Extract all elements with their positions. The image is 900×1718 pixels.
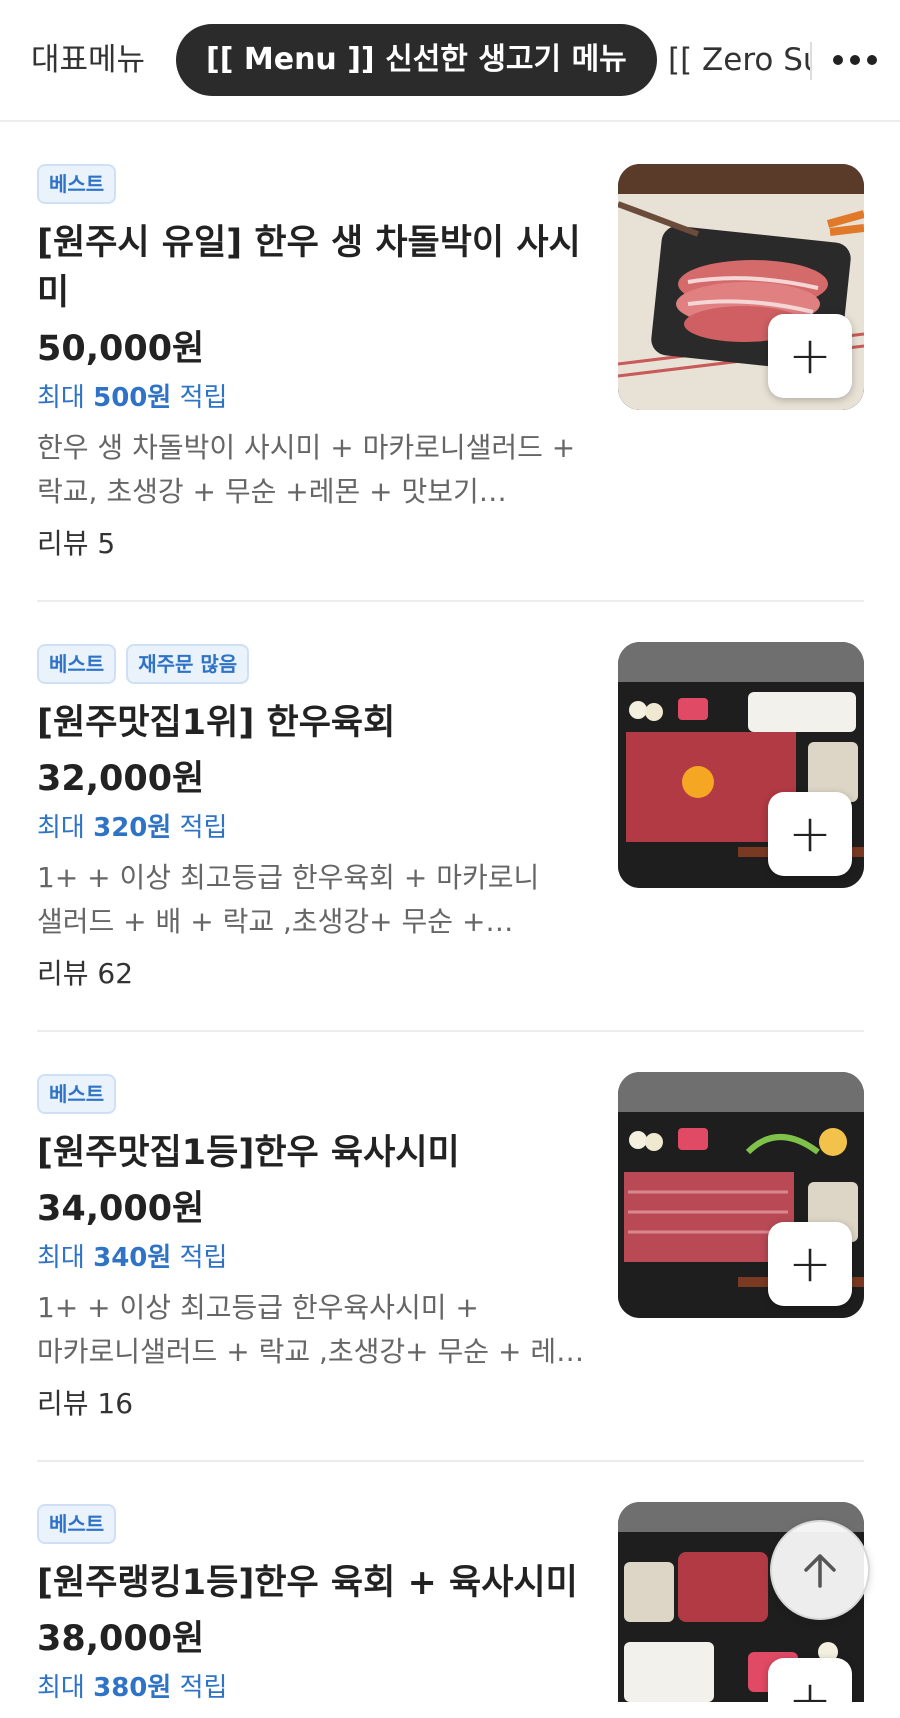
yuk-sashimi-photo[interactable]: + xyxy=(618,1072,864,1318)
arrow-up-icon xyxy=(804,1554,836,1588)
menu-item[interactable]: 베스트 [원주시 유일] 한우 생 차돌박이 사시미 50,000원 최대 50… xyxy=(0,122,900,602)
menu-list: 베스트 [원주시 유일] 한우 생 차돌박이 사시미 50,000원 최대 50… xyxy=(0,122,900,1712)
menu-item-description: 한우 생 차돌박이 사시미 + 마카로니샐러드 + 락교, 초생강 + 무순 +… xyxy=(37,431,576,508)
menu-item-price: 32,000원 xyxy=(37,759,205,799)
tab-zero-sugar[interactable]: [[ Zero Su xyxy=(668,24,810,96)
add-to-cart-button[interactable]: + xyxy=(768,792,852,876)
best-badge: 베스트 xyxy=(37,164,117,204)
reward-point-text: 최대 380원 적립 xyxy=(37,1673,228,1703)
tab-signature-menu[interactable]: 대표메뉴 xyxy=(31,24,145,96)
plus-icon: + xyxy=(788,326,832,386)
reorder-badge: 재주문 많음 xyxy=(126,644,250,684)
best-badge: 베스트 xyxy=(37,644,117,684)
add-to-cart-button[interactable]: + xyxy=(768,314,852,398)
chadol-sashimi-photo[interactable]: + xyxy=(618,164,864,410)
menu-item-name: [원주맛집1등]한우 육사시미 xyxy=(37,1133,460,1173)
scroll-to-top-button[interactable] xyxy=(770,1520,870,1620)
review-count: 리뷰 62 xyxy=(37,957,134,990)
plus-icon: + xyxy=(788,1670,832,1702)
menu-item-description: 1+ + 이상 최고등급 한우육사시미 + 마카로니샐러드 + 락교 ,초생강+… xyxy=(37,1291,585,1368)
best-badge: 베스트 xyxy=(37,1074,117,1114)
best-badge: 베스트 xyxy=(37,1504,117,1544)
menu-item-price: 50,000원 xyxy=(37,329,205,369)
reward-point-text: 최대 500원 적립 xyxy=(37,383,228,413)
plus-icon: + xyxy=(788,1234,832,1294)
menu-item-price: 34,000원 xyxy=(37,1189,205,1229)
menu-item[interactable]: 베스트 [원주랭킹1등]한우 육회 + 육사시미 38,000원 최대 380원… xyxy=(0,1462,900,1712)
review-count: 리뷰 5 xyxy=(37,527,116,560)
menu-item-name: [원주시 유일] 한우 생 차돌박이 사시미 xyxy=(37,223,581,313)
menu-item[interactable]: 베스트 [원주맛집1등]한우 육사시미 34,000원 최대 340원 적립 1… xyxy=(0,1032,900,1462)
tab-fresh-meat-menu[interactable]: [[ Menu ]] 신선한 생고기 메뉴 xyxy=(176,24,657,96)
menu-item-name: [원주랭킹1등]한우 육회 + 육사시미 xyxy=(37,1563,578,1603)
badge-group: 베스트 xyxy=(37,164,597,204)
reward-point-text: 최대 320원 적립 xyxy=(37,813,228,843)
add-to-cart-button[interactable]: + xyxy=(768,1222,852,1306)
menu-item-name: [원주맛집1위] 한우육회 xyxy=(37,703,396,743)
add-to-cart-button[interactable]: + xyxy=(768,1658,852,1702)
review-count: 리뷰 16 xyxy=(37,1387,134,1420)
menu-item-price: 38,000원 xyxy=(37,1619,205,1659)
yukhoe-photo[interactable]: + xyxy=(618,642,864,888)
badge-group: 베스트 xyxy=(37,1074,597,1114)
tab-divider xyxy=(810,42,812,80)
badge-group: 베스트 xyxy=(37,1504,597,1544)
menu-item[interactable]: 베스트 재주문 많음 [원주맛집1위] 한우육회 32,000원 최대 320원… xyxy=(0,602,900,1032)
more-horizontal-icon xyxy=(833,55,877,65)
category-tab-bar: 대표메뉴 [[ Menu ]] 신선한 생고기 메뉴 [[ Zero Su xyxy=(0,0,900,122)
plus-icon: + xyxy=(788,804,832,864)
badge-group: 베스트 재주문 많음 xyxy=(37,644,597,684)
menu-item-description: 1+ + 이상 최고등급 한우육회 + 마카로니 샐러드 + 배 + 락교 ,초… xyxy=(37,861,540,938)
more-tabs-button[interactable] xyxy=(810,24,900,96)
reward-point-text: 최대 340원 적립 xyxy=(37,1243,228,1273)
